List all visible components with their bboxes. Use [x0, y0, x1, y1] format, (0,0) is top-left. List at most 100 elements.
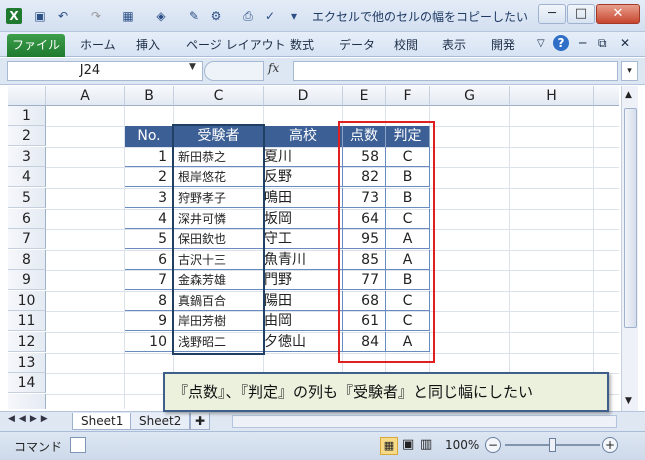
- row-header-7[interactable]: 7: [8, 229, 46, 249]
- tab-formulas[interactable]: 数式: [290, 36, 314, 53]
- tab-sheet1[interactable]: Sheet1: [72, 413, 133, 430]
- page-break-view-icon[interactable]: ▥: [420, 437, 432, 452]
- cell-school[interactable]: 陽田: [264, 291, 343, 311]
- wb-restore-icon[interactable]: ⧉: [598, 36, 607, 51]
- header-school[interactable]: 高校: [264, 126, 343, 147]
- column-header-b[interactable]: B: [125, 86, 174, 106]
- cell-no[interactable]: 4: [125, 209, 174, 229]
- row-header-6[interactable]: 6: [8, 209, 46, 229]
- insert-function-icon[interactable]: fx: [268, 61, 279, 75]
- tab-home[interactable]: ホーム: [80, 36, 116, 53]
- scroll-down-icon[interactable]: ▼: [625, 396, 632, 406]
- row-header-3[interactable]: 3: [8, 147, 46, 167]
- row-header-9[interactable]: 9: [8, 270, 46, 290]
- scroll-thumb[interactable]: [624, 108, 637, 328]
- spelling-icon[interactable]: ✓: [262, 8, 278, 24]
- scroll-up-icon[interactable]: ▲: [625, 90, 632, 100]
- name-box[interactable]: J24: [7, 61, 203, 81]
- redo-icon[interactable]: ↷: [88, 8, 104, 24]
- row-header-10[interactable]: 10: [8, 291, 46, 311]
- column-header-g[interactable]: G: [430, 86, 510, 106]
- cell-school[interactable]: 守工: [264, 229, 343, 249]
- cell-school[interactable]: 鳴田: [264, 188, 343, 208]
- cell-school[interactable]: 夏川: [264, 147, 343, 167]
- fill-color-icon[interactable]: ◈: [153, 8, 169, 24]
- tab-page-layout[interactable]: ページ レイアウト: [186, 36, 286, 53]
- insert-sheet-icon[interactable]: ✚: [190, 413, 211, 430]
- print-preview-icon[interactable]: ⎙: [240, 8, 256, 24]
- formula-input[interactable]: [293, 61, 618, 81]
- row-header-15[interactable]: [8, 394, 46, 409]
- name-box-dropdown-icon[interactable]: ▼: [189, 62, 196, 72]
- column-header-c[interactable]: C: [174, 86, 264, 106]
- expand-formula-icon[interactable]: ▾: [621, 61, 638, 81]
- column-header-d[interactable]: D: [264, 86, 343, 106]
- undo-icon[interactable]: ↶: [55, 8, 71, 24]
- sheet-nav-icon[interactable]: ◀◀▶▶: [8, 414, 52, 424]
- zoom-in-icon[interactable]: +: [602, 437, 618, 453]
- macro-record-icon[interactable]: [70, 437, 86, 453]
- cell-no[interactable]: 8: [125, 291, 174, 311]
- cell-school[interactable]: 坂岡: [264, 209, 343, 229]
- tab-sheet2[interactable]: Sheet2: [130, 413, 191, 430]
- select-all-corner[interactable]: [8, 86, 46, 106]
- tab-view[interactable]: 表示: [442, 36, 466, 53]
- row-header-8[interactable]: 8: [8, 250, 46, 270]
- column-header-e[interactable]: E: [343, 86, 386, 106]
- cell-school[interactable]: 反野: [264, 167, 343, 187]
- collapse-ribbon-icon[interactable]: ▽: [537, 38, 545, 49]
- save-icon[interactable]: ▣: [32, 8, 48, 24]
- gridline: [509, 106, 510, 409]
- cell-no[interactable]: 5: [125, 229, 174, 249]
- normal-view-icon[interactable]: ▦: [380, 437, 398, 455]
- row-header-4[interactable]: 4: [8, 167, 46, 187]
- formula-splitter[interactable]: [204, 61, 264, 81]
- cell-school[interactable]: 魚青川: [264, 250, 343, 270]
- help-icon[interactable]: ?: [553, 35, 569, 51]
- vertical-scrollbar[interactable]: ▲ ▼: [621, 86, 638, 412]
- minimize-button[interactable]: ─: [538, 4, 566, 24]
- horizontal-scrollbar[interactable]: [232, 415, 617, 428]
- zoom-level[interactable]: 100%: [445, 438, 479, 452]
- cell-no[interactable]: 9: [125, 311, 174, 331]
- wb-close-icon[interactable]: ✕: [620, 36, 630, 50]
- tab-data[interactable]: データ: [339, 36, 375, 53]
- format-painter-icon[interactable]: ✎: [186, 8, 202, 24]
- header-no[interactable]: No.: [125, 126, 174, 147]
- worksheet-grid[interactable]: A B C D E F G H 1 2 3 4 5 6 7 8 9 10 11 …: [8, 86, 619, 409]
- row-header-5[interactable]: 5: [8, 188, 46, 208]
- cell-school[interactable]: 夕徳山: [264, 332, 343, 352]
- row-header-14[interactable]: 14: [8, 373, 46, 393]
- wb-minimize-icon[interactable]: ─: [579, 36, 586, 50]
- quick-access-icon[interactable]: ⚙: [208, 8, 224, 24]
- tab-insert[interactable]: 挿入: [136, 36, 160, 53]
- column-header-a[interactable]: A: [46, 86, 125, 106]
- cell-no[interactable]: 6: [125, 250, 174, 270]
- column-header-i[interactable]: [594, 86, 619, 106]
- file-tab[interactable]: ファイル: [7, 34, 65, 57]
- restore-button[interactable]: □: [567, 4, 595, 24]
- cell-school[interactable]: 門野: [264, 270, 343, 290]
- zoom-out-icon[interactable]: −: [485, 437, 501, 453]
- tab-review[interactable]: 校閲: [394, 36, 418, 53]
- page-layout-view-icon[interactable]: ▣: [402, 437, 414, 452]
- close-button[interactable]: ✕: [596, 4, 640, 24]
- row-header-12[interactable]: 12: [8, 332, 46, 352]
- row-header-11[interactable]: 11: [8, 311, 46, 331]
- cell-no[interactable]: 10: [125, 332, 174, 352]
- cell-no[interactable]: 2: [125, 167, 174, 187]
- row-header-13[interactable]: 13: [8, 353, 46, 373]
- customize-toolbar-icon[interactable]: ▾: [286, 8, 302, 24]
- cell-no[interactable]: 3: [125, 188, 174, 208]
- cell-no[interactable]: 7: [125, 270, 174, 290]
- column-header-f[interactable]: F: [386, 86, 430, 106]
- cell-school[interactable]: 由岡: [264, 311, 343, 331]
- tab-developer[interactable]: 開発: [491, 36, 515, 53]
- borders-icon[interactable]: ▦: [120, 8, 136, 24]
- zoom-slider-thumb[interactable]: [549, 438, 556, 452]
- column-header-h[interactable]: H: [510, 86, 594, 106]
- row-header-1[interactable]: 1: [8, 106, 46, 126]
- row-header-2[interactable]: 2: [8, 126, 46, 146]
- formula-bar: J24 ▼ fx ▾: [0, 58, 645, 85]
- cell-no[interactable]: 1: [125, 147, 174, 167]
